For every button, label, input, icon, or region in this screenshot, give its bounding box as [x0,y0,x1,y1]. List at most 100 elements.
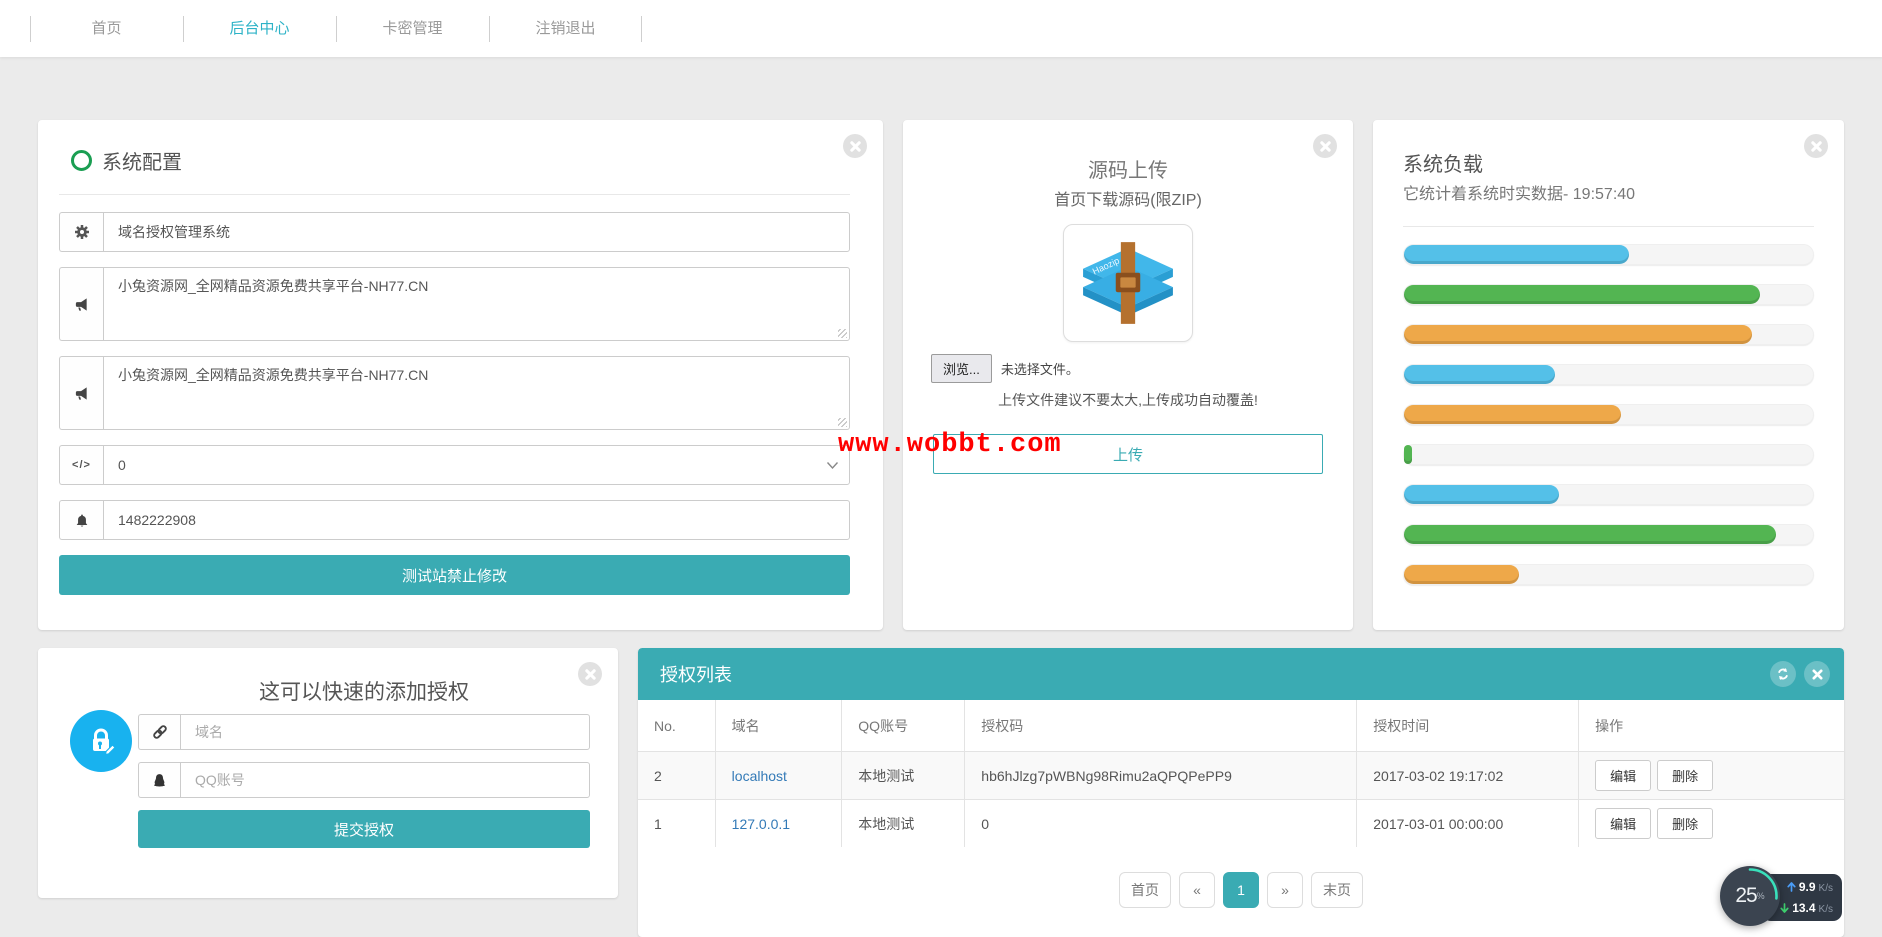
load-subtitle: 它统计着系统时实数据- 19:57:40 [1403,180,1814,204]
page-content: 系统配置 小兔资源网_全网精品资源免费共享平台-NH77.CN [0,57,1882,937]
load-bars [1403,244,1814,585]
column-header: 操作 [1579,700,1844,752]
nav-item-label: 首页 [91,20,121,37]
site-name-input[interactable] [103,212,850,252]
zip-file-icon: Haozip [1063,224,1193,342]
close-icon[interactable] [1804,661,1830,687]
load-bar-fill [1404,525,1776,544]
browse-button[interactable]: 浏览... [931,354,992,383]
qq-number-input[interactable] [103,500,850,540]
load-bar-track [1403,324,1814,345]
load-bar-track [1403,484,1814,505]
code-select[interactable]: 0 [103,445,850,485]
nav-item-label: 后台中心 [229,20,289,37]
code-select-value: 0 [118,457,126,473]
page-button-5[interactable]: 末页 [1311,872,1363,908]
load-bar-track [1403,404,1814,425]
nav-menu: 首页 后台中心 卡密管理 注销退出 [30,0,1882,57]
qq-account-input[interactable] [180,762,590,798]
config-ring-icon [71,150,92,171]
speed-unit: K/s [1819,904,1833,915]
domain-link[interactable]: 127.0.0.1 [715,800,842,848]
table-row: 2localhost本地测试hb6hJlzg7pWBNg98Rimu2aQPQP… [638,752,1844,800]
nav-item-label: 卡密管理 [382,20,442,37]
load-bar-fill [1404,405,1621,424]
cell-auth-time: 2017-03-02 19:17:02 [1357,752,1579,800]
cell-auth-time: 2017-03-01 00:00:00 [1357,800,1579,848]
close-icon[interactable] [1804,134,1828,158]
edit-button[interactable]: 编辑 [1595,760,1651,791]
load-bar-track [1403,364,1814,385]
load-bar-track [1403,564,1814,585]
chevron-down-icon [826,461,839,470]
speed-unit: K/s [1819,883,1833,894]
lock-edit-icon [70,710,132,772]
upload-title: 源码上传 [933,154,1323,183]
cell-actions: 编辑删除 [1579,752,1844,800]
top-navigation-bar: 首页 后台中心 卡密管理 注销退出 [0,0,1882,57]
column-header: QQ账号 [842,700,965,752]
auth-table: No.域名QQ账号授权码授权时间操作 2localhost本地测试hb6hJlz… [638,700,1844,847]
speed-percent-circle[interactable]: 25 % [1720,866,1780,926]
quick-auth-panel: 这可以快速的添加授权 提交授权 [38,648,618,898]
nav-item-label: 注销退出 [535,20,595,37]
source-upload-panel: 源码上传 首页下载源码(限ZIP) Haozip 浏览... 未选择文件。 上 [903,120,1353,630]
nav-item-1[interactable]: 首页 [30,0,183,57]
cell-no: 1 [638,800,715,848]
network-speed-widget[interactable]: 9.9K/s 13.4K/s 25 % [1720,866,1842,928]
nav-item-3[interactable]: 卡密管理 [336,0,489,57]
page-button-1[interactable]: 首页 [1119,872,1171,908]
page-button-4[interactable]: » [1267,872,1303,908]
edit-button[interactable]: 编辑 [1595,808,1651,839]
notice-textarea-2[interactable]: 小兔资源网_全网精品资源免费共享平台-NH77.CN [103,356,850,430]
cell-auth-code: hb6hJlzg7pWBNg98Rimu2aQPQPePP9 [965,752,1357,800]
close-icon[interactable] [578,662,602,686]
domain-input[interactable] [180,714,590,750]
bell-icon [59,500,103,540]
load-bar-fill [1404,365,1555,384]
column-header: 授权时间 [1357,700,1579,752]
load-bar-track [1403,524,1814,545]
upload-subtitle: 首页下载源码(限ZIP) [933,186,1323,210]
table-row: 1127.0.0.1本地测试02017-03-01 00:00:00 编辑删除 [638,800,1844,848]
bullhorn-icon [59,267,103,341]
progress-ring [1720,866,1780,926]
upload-arrow-icon [1787,882,1796,892]
upload-hint: 上传文件建议不要太大,上传成功自动覆盖! [933,390,1323,410]
domain-link[interactable]: localhost [715,752,842,800]
page-button-2[interactable]: « [1179,872,1215,908]
gear-icon [59,212,103,252]
nav-item-4[interactable]: 注销退出 [489,0,642,57]
code-icon: </> [59,445,103,485]
quick-auth-submit-button[interactable]: 提交授权 [138,810,590,848]
config-submit-button[interactable]: 测试站禁止修改 [59,555,850,595]
upload-button[interactable]: 上传 [933,434,1323,474]
load-bar-track [1403,244,1814,265]
system-config-panel: 系统配置 小兔资源网_全网精品资源免费共享平台-NH77.CN [38,120,883,630]
column-header: 域名 [715,700,842,752]
page-button-3[interactable]: 1 [1223,872,1259,908]
cell-qq: 本地测试 [842,800,965,848]
cell-qq: 本地测试 [842,752,965,800]
cell-no: 2 [638,752,715,800]
link-icon [138,714,180,750]
close-icon[interactable] [1313,134,1337,158]
qq-penguin-icon [138,762,180,798]
download-arrow-icon [1780,903,1789,913]
refresh-icon[interactable] [1770,661,1796,687]
load-bar-track [1403,444,1814,465]
column-header: No. [638,700,715,752]
system-load-panel: 系统负载 它统计着系统时实数据- 19:57:40 [1373,120,1844,630]
close-icon[interactable] [843,134,867,158]
auth-list-panel: 授权列表 No.域名QQ账号授权码 [638,648,1844,937]
cell-auth-code: 0 [965,800,1357,848]
panel-title: 系统配置 [102,146,182,175]
load-bar-fill [1404,285,1760,304]
load-title: 系统负载 [1403,148,1814,177]
load-bar-fill [1404,485,1559,504]
notice-textarea-1[interactable]: 小兔资源网_全网精品资源免费共享平台-NH77.CN [103,267,850,341]
delete-button[interactable]: 删除 [1657,760,1713,791]
nav-item-2[interactable]: 后台中心 [183,0,336,57]
delete-button[interactable]: 删除 [1657,808,1713,839]
load-bar-fill [1404,445,1412,464]
